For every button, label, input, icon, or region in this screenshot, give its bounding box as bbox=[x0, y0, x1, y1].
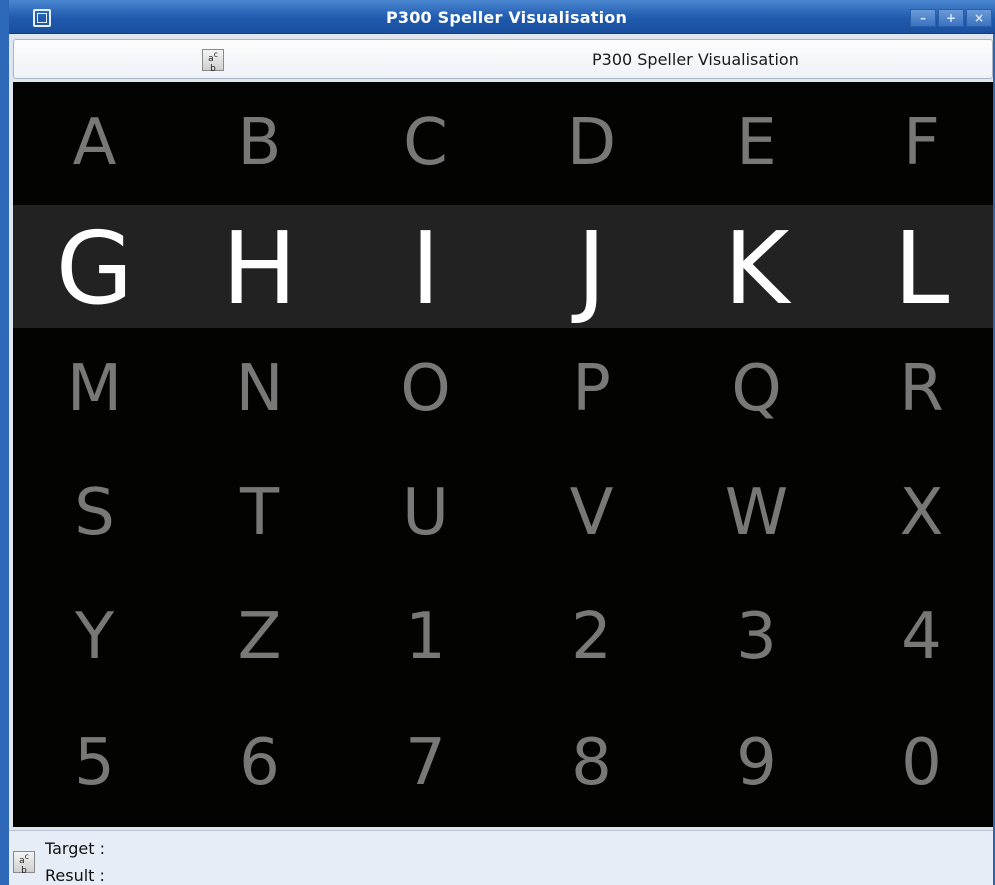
speller-row: S T U V W X bbox=[13, 451, 993, 575]
speller-cell: T bbox=[239, 476, 280, 550]
speller-grid: A B C D E F GHI JKL M N O P Q R S T U V W X Y Z 1 2 3 4 5 6 7 8 9 0 bbox=[13, 82, 993, 827]
title-bar[interactable]: P300 Speller Visualisation – + × bbox=[9, 0, 995, 34]
speller-row: GHI JKL bbox=[13, 205, 993, 328]
speller-cell: 9 bbox=[736, 726, 777, 800]
window-controls: – + × bbox=[910, 9, 992, 27]
font-icon[interactable]: ac b bbox=[202, 49, 224, 74]
speller-cell: Q bbox=[731, 352, 782, 426]
speller-cell: F bbox=[903, 106, 940, 180]
speller-cell: G bbox=[55, 210, 134, 327]
speller-cell: E bbox=[736, 106, 777, 180]
speller-cell: C bbox=[403, 106, 448, 180]
speller-cell: R bbox=[899, 352, 944, 426]
font-icon[interactable]: ac b bbox=[13, 851, 35, 876]
speller-cell: 2 bbox=[571, 600, 612, 674]
speller-cell: 3 bbox=[736, 600, 777, 674]
speller-cell: Z bbox=[237, 600, 282, 674]
speller-cell: O bbox=[400, 352, 451, 426]
speller-cell: Y bbox=[74, 600, 115, 674]
speller-cell: D bbox=[566, 106, 617, 180]
window-title: P300 Speller Visualisation bbox=[385, 8, 628, 27]
speller-cell: S bbox=[74, 476, 115, 550]
speller-cell: P bbox=[572, 352, 611, 426]
close-button[interactable]: × bbox=[966, 9, 992, 27]
result-label: Result : bbox=[45, 866, 105, 885]
speller-cell: 0 bbox=[901, 726, 942, 800]
speller-cell: L bbox=[893, 210, 950, 327]
toolbar-title: P300 Speller Visualisation bbox=[592, 50, 799, 69]
speller-cell: J bbox=[576, 210, 607, 327]
status-panel: ac b Target : Result : bbox=[9, 830, 993, 885]
speller-cell: W bbox=[724, 476, 789, 550]
speller-row: 5 6 7 8 9 0 bbox=[13, 699, 993, 827]
speller-cell: I bbox=[410, 210, 441, 327]
speller-cell: A bbox=[72, 106, 117, 180]
maximize-button[interactable]: + bbox=[938, 9, 964, 27]
target-label: Target : bbox=[45, 839, 105, 858]
speller-cell: B bbox=[237, 106, 282, 180]
speller-cell: 5 bbox=[74, 726, 115, 800]
speller-cell: M bbox=[66, 352, 123, 426]
speller-cell: V bbox=[569, 476, 614, 550]
speller-cell: N bbox=[235, 352, 284, 426]
speller-cell: K bbox=[723, 210, 790, 327]
speller-cell: 8 bbox=[571, 726, 612, 800]
speller-row: Y Z 1 2 3 4 bbox=[13, 575, 993, 699]
speller-cell: X bbox=[899, 476, 944, 550]
speller-cell: U bbox=[402, 476, 449, 550]
minimize-button[interactable]: – bbox=[910, 9, 936, 27]
speller-cell: 4 bbox=[901, 600, 942, 674]
speller-cell: 1 bbox=[405, 600, 446, 674]
speller-cell: 6 bbox=[239, 726, 280, 800]
toolbar: ac b P300 Speller Visualisation bbox=[13, 39, 993, 79]
speller-row: M N O P Q R bbox=[13, 328, 993, 451]
speller-cell: 7 bbox=[405, 726, 446, 800]
speller-row: A B C D E F bbox=[13, 82, 993, 205]
speller-cell: H bbox=[221, 210, 298, 327]
